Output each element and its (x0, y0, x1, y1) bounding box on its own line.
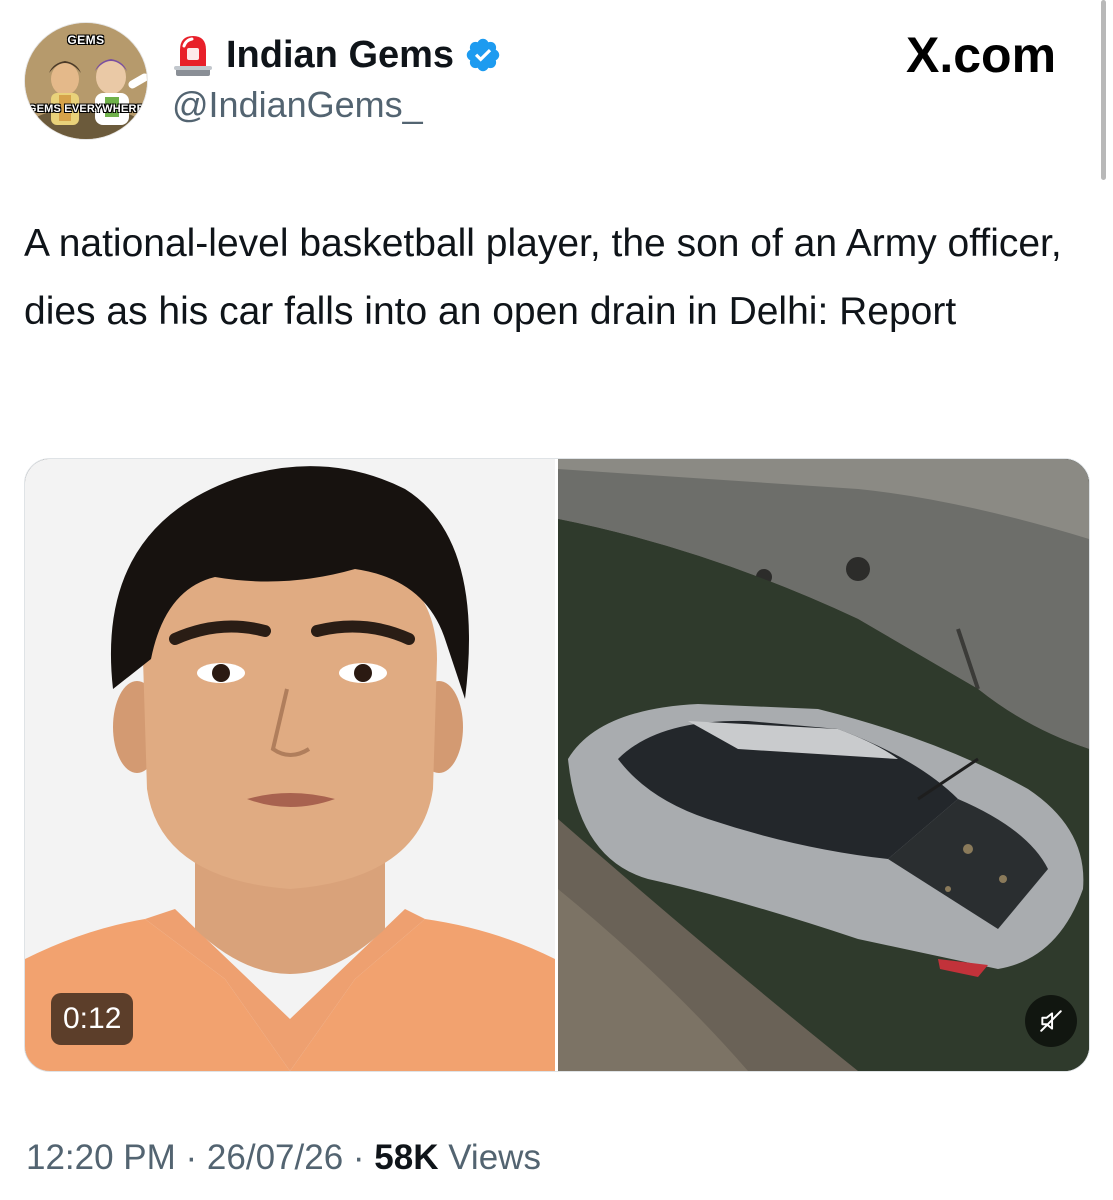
media-video[interactable]: 0:12 (24, 458, 1090, 1072)
tweet-date[interactable]: 26/07/26 (207, 1138, 343, 1177)
tweet-text: A national-level basketball player, the … (24, 222, 1062, 333)
author-handle[interactable]: @IndianGems_ (172, 84, 423, 126)
meta-separator: · (343, 1138, 375, 1177)
video-duration-badge: 0:12 (51, 993, 134, 1045)
mute-toggle-button[interactable] (1025, 995, 1077, 1047)
avatar-top-caption: GEMS (67, 33, 105, 47)
tweet-time[interactable]: 12:20 PM (26, 1138, 176, 1177)
portrait-photo (25, 459, 555, 1071)
brand-logo-text: X.com (906, 27, 1057, 83)
meta-separator: · (175, 1138, 207, 1177)
avatar-bottom-caption: GEMS EVERYWHERE (27, 103, 145, 115)
muted-speaker-icon (1040, 1010, 1062, 1032)
scrollbar[interactable] (1101, 0, 1106, 180)
verified-badge-icon[interactable] (464, 36, 502, 74)
avatar[interactable]: GEMS GEMS EVERYWHERE (24, 22, 148, 140)
tweet-meta: 12:20 PM · 26/07/26 · 58K Views (26, 1138, 541, 1178)
display-name[interactable]: Indian Gems (226, 34, 454, 77)
submerged-car-photo (558, 459, 1089, 1071)
views-count[interactable]: 58K (374, 1138, 438, 1177)
author-name-row[interactable]: Indian Gems (172, 30, 502, 80)
police-siren-emoji-icon (174, 36, 212, 76)
views-label: Views (438, 1138, 541, 1177)
